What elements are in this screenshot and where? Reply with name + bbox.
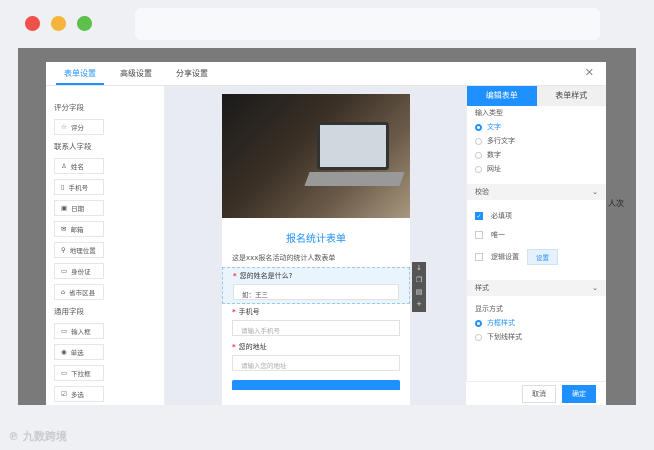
- field-label: 下拉框: [71, 370, 91, 378]
- validate-section-header[interactable]: 校验 ⌄: [467, 184, 606, 200]
- person-icon: ♙: [61, 162, 67, 170]
- field-grid: ♙ 姓名 ▯ 手机号 ▣ 日期 ✉ 邮箱 ⚲ 地理位置 ▭ 身份证 ⌂ 省市区县: [54, 158, 156, 300]
- field-button[interactable]: ▭ 下拉框: [54, 365, 104, 381]
- location-icon: ⚲: [61, 246, 66, 254]
- field-label: 身份证: [71, 268, 91, 276]
- radio-number[interactable]: 数字: [475, 150, 598, 160]
- section-title: 联系人字段: [54, 142, 92, 151]
- app-screen: 人次 表单设置 高级设置 分享设置 ✕ 评分字段 ☆ 评分 联系人字段 ♙ 姓名 ▯ 手机号 ▣…: [18, 48, 636, 405]
- minimize-window-dot[interactable]: [51, 16, 66, 31]
- checkbox-unique[interactable]: 唯一: [475, 230, 598, 240]
- mail-icon: ✉: [61, 225, 67, 233]
- phone-input[interactable]: 请输入手机号: [232, 320, 400, 336]
- field-button[interactable]: ▯ 手机号: [54, 179, 104, 195]
- modal-footer: 取消 确定: [466, 381, 606, 405]
- tab-advanced-settings[interactable]: 高级设置: [112, 62, 160, 85]
- field-label: 地理位置: [69, 247, 96, 255]
- field-label: 多选: [70, 391, 84, 399]
- form-canvas: 报名统计表单 这是xxx报名活动的统计人数表单 * 您的姓名是什么? 如：王三 *…: [165, 86, 466, 405]
- form-description[interactable]: 这是xxx报名活动的统计人数表单: [222, 253, 410, 263]
- field-button[interactable]: ♙ 姓名: [54, 158, 104, 174]
- input-type-label: 输入类型: [475, 109, 503, 117]
- close-icon[interactable]: ✕: [585, 66, 594, 79]
- watermark-logo: ℗ 九数跨境: [8, 430, 67, 443]
- dropdown-icon: ▭: [61, 369, 68, 377]
- field-label: 单选: [70, 349, 84, 357]
- star-icon: ☆: [61, 123, 67, 131]
- field-label: 输入框: [71, 328, 91, 336]
- display-mode-label: 显示方式: [475, 305, 503, 313]
- field-button[interactable]: ▣ 日期: [54, 200, 104, 216]
- background-text: 人次: [608, 199, 624, 208]
- question-name[interactable]: * 您的姓名是什么? 如：王三: [222, 267, 410, 304]
- radio-multiline[interactable]: 多行文字: [475, 136, 598, 146]
- field-button[interactable]: ▭ 身份证: [54, 263, 104, 279]
- field-label: 日期: [71, 205, 85, 213]
- style-section-header[interactable]: 样式 ⌄: [467, 280, 606, 296]
- chevron-down-icon: ⌄: [592, 188, 598, 196]
- tab-share-settings[interactable]: 分享设置: [168, 62, 216, 85]
- radio-text[interactable]: 文字: [475, 122, 598, 132]
- field-button[interactable]: ▭ 输入框: [54, 323, 104, 339]
- set-logic-button[interactable]: 设置: [527, 249, 558, 265]
- field-grid: ☆ 评分: [54, 119, 156, 135]
- add-icon[interactable]: +: [412, 298, 426, 310]
- top-tabs: 表单设置 高级设置 分享设置 ✕: [46, 62, 606, 86]
- field-button[interactable]: ☆ 评分: [54, 119, 104, 135]
- name-input[interactable]: 如：王三: [233, 284, 399, 300]
- ok-button[interactable]: 确定: [562, 384, 596, 403]
- chevron-down-icon: ⌄: [592, 284, 598, 292]
- field-label: 评分: [70, 124, 84, 132]
- question-label: 您的地址: [238, 343, 267, 351]
- field-button[interactable]: ⚲ 地理位置: [54, 242, 104, 258]
- phone-icon: ▯: [61, 183, 65, 191]
- question-phone[interactable]: * 手机号 请输入手机号: [222, 304, 410, 339]
- question-label: 您的姓名是什么?: [239, 272, 293, 280]
- address-input[interactable]: 请输入您的地址: [232, 355, 400, 371]
- cover-image: [222, 94, 410, 218]
- field-button[interactable]: ☑ 多选: [54, 386, 104, 402]
- field-label: 手机号: [68, 184, 89, 192]
- delete-icon[interactable]: ▤: [412, 286, 426, 298]
- field-button[interactable]: ✉ 邮箱: [54, 221, 104, 237]
- tab-edit-form[interactable]: 编辑表单: [467, 86, 537, 106]
- radio-icon: ◉: [61, 348, 67, 356]
- field-button[interactable]: ◉ 单选: [54, 344, 104, 360]
- radio-underline-style[interactable]: 下划线样式: [475, 332, 598, 342]
- tab-form-style[interactable]: 表单样式: [536, 86, 606, 106]
- form-preview: 报名统计表单 这是xxx报名活动的统计人数表单 * 您的姓名是什么? 如：王三 *…: [222, 94, 410, 405]
- section-title: 评分字段: [54, 103, 84, 112]
- input-icon: ▭: [61, 327, 68, 335]
- tab-form-settings[interactable]: 表单设置: [56, 62, 104, 85]
- field-label: 邮箱: [70, 226, 84, 234]
- move-down-icon[interactable]: ↓: [412, 262, 426, 274]
- properties-panel: 编辑表单 表单样式 输入类型 文字 多行文字 数字 网址 校验 ⌄ ✓ 必填项 唯一…: [466, 86, 606, 405]
- checkbox-logic[interactable]: 逻辑设置 设置: [475, 249, 598, 265]
- cancel-button[interactable]: 取消: [522, 384, 556, 403]
- field-label: 姓名: [70, 163, 84, 171]
- submit-button[interactable]: [232, 380, 400, 390]
- field-button[interactable]: ⌂ 省市区县: [54, 284, 104, 300]
- address-bar[interactable]: [135, 8, 600, 40]
- section-title: 通用字段: [54, 307, 84, 316]
- radio-box-style[interactable]: 方框样式: [475, 318, 598, 328]
- field-palette: 评分字段 ☆ 评分 联系人字段 ♙ 姓名 ▯ 手机号 ▣ 日期 ✉ 邮箱 ⚲ 地理位置 ▭ 身份证 ⌂ 省市区县通…: [46, 86, 165, 405]
- region-icon: ⌂: [61, 288, 66, 296]
- checkbox-required[interactable]: ✓ 必填项: [475, 211, 598, 221]
- checkbox-icon: ☑: [61, 390, 67, 398]
- calendar-icon: ▣: [61, 204, 68, 212]
- question-toolbar: ↓ ❐ ▤ +: [412, 262, 426, 312]
- question-address[interactable]: * 您的地址 请输入您的地址: [222, 339, 410, 374]
- maximize-window-dot[interactable]: [77, 16, 92, 31]
- id-card-icon: ▭: [61, 267, 68, 275]
- close-window-dot[interactable]: [25, 16, 40, 31]
- radio-url[interactable]: 网址: [475, 164, 598, 174]
- question-label: 手机号: [238, 308, 260, 316]
- form-settings-modal: 表单设置 高级设置 分享设置 ✕ 评分字段 ☆ 评分 联系人字段 ♙ 姓名 ▯ 手机号 ▣ 日期 ✉…: [46, 62, 606, 405]
- field-grid: ▭输入框◉单选▭下拉框☑多选⇪文件上传#编号: [54, 323, 156, 405]
- copy-icon[interactable]: ❐: [412, 274, 426, 286]
- form-title[interactable]: 报名统计表单: [222, 230, 410, 245]
- field-label: 省市区县: [69, 289, 96, 297]
